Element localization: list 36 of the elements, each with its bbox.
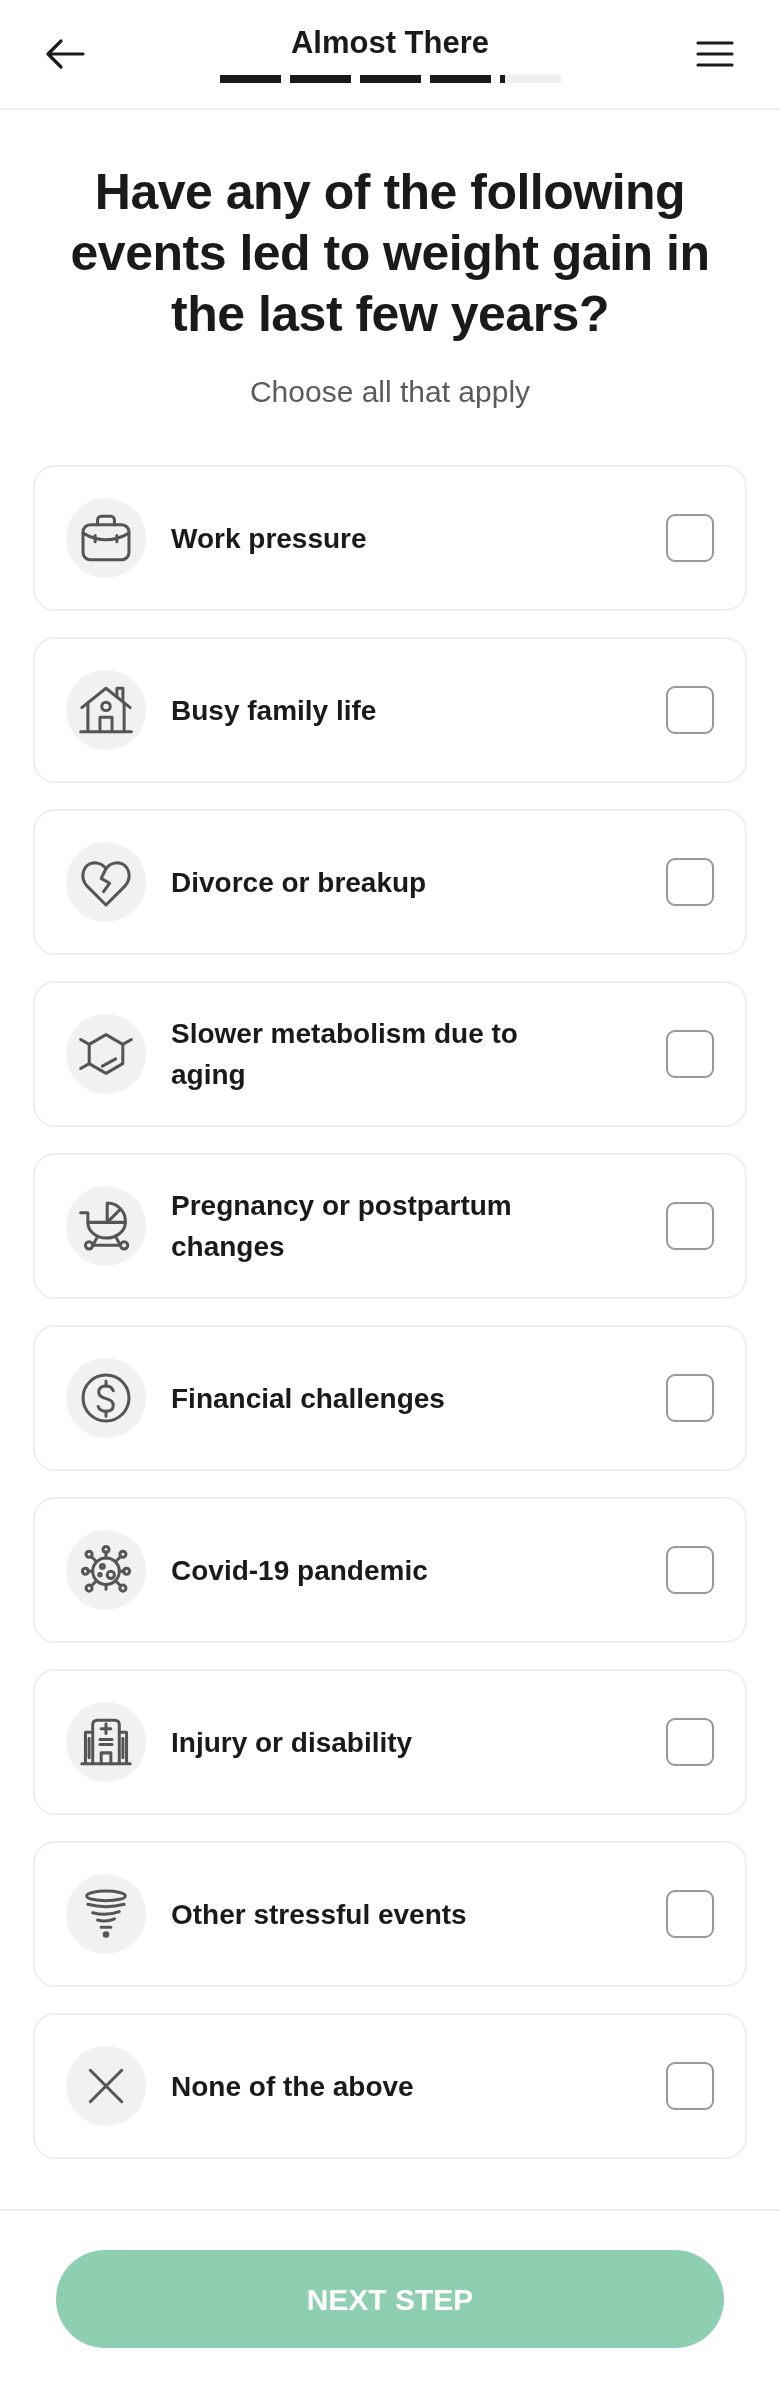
option-label: Divorce or breakup bbox=[171, 865, 427, 900]
option-label: Pregnancy or postpartum changes bbox=[171, 1189, 513, 1264]
option-label: Work pressure bbox=[171, 521, 367, 556]
option-label: Busy family life bbox=[171, 693, 377, 728]
option-card[interactable]: Pregnancy or postpartum changes bbox=[33, 1153, 747, 1299]
option-card[interactable]: Covid-19 pandemic bbox=[33, 1497, 747, 1643]
option-card[interactable]: Financial challenges bbox=[33, 1325, 747, 1471]
option-label: None of the above bbox=[171, 2069, 414, 2104]
option-card[interactable]: Busy family life bbox=[33, 637, 747, 783]
option-label: Slower metabolism due to aging bbox=[171, 1017, 519, 1092]
checkbox[interactable] bbox=[666, 1718, 714, 1766]
option-label: Covid-19 pandemic bbox=[171, 1553, 428, 1588]
option-card[interactable]: Other stressful events bbox=[33, 1841, 747, 1987]
question-hint: Choose all that apply bbox=[249, 374, 531, 410]
page-title: Almost There bbox=[290, 25, 490, 61]
question-heading: Have any of the following events led to weight gain in the last few years? bbox=[69, 163, 711, 344]
checkbox[interactable] bbox=[666, 858, 714, 906]
checkbox[interactable] bbox=[666, 1202, 714, 1250]
checkbox[interactable] bbox=[666, 1546, 714, 1594]
back-button[interactable] bbox=[45, 37, 85, 71]
checkbox[interactable] bbox=[666, 1890, 714, 1938]
option-card[interactable]: Injury or disability bbox=[33, 1669, 747, 1815]
option-label: Injury or disability bbox=[171, 1725, 413, 1760]
back-arrow-icon bbox=[45, 38, 85, 70]
menu-icon bbox=[696, 40, 734, 68]
checkbox[interactable] bbox=[666, 2062, 714, 2110]
option-card[interactable]: None of the above bbox=[33, 2013, 747, 2159]
option-card[interactable]: Slower metabolism due to aging bbox=[33, 981, 747, 1127]
option-card[interactable]: Work pressure bbox=[33, 465, 747, 611]
checkbox[interactable] bbox=[666, 1030, 714, 1078]
checkbox[interactable] bbox=[666, 1374, 714, 1422]
option-label: Other stressful events bbox=[171, 1897, 467, 1932]
option-label: Financial challenges bbox=[171, 1381, 445, 1416]
option-card[interactable]: Divorce or breakup bbox=[33, 809, 747, 955]
checkbox[interactable] bbox=[666, 686, 714, 734]
checkbox[interactable] bbox=[666, 514, 714, 562]
